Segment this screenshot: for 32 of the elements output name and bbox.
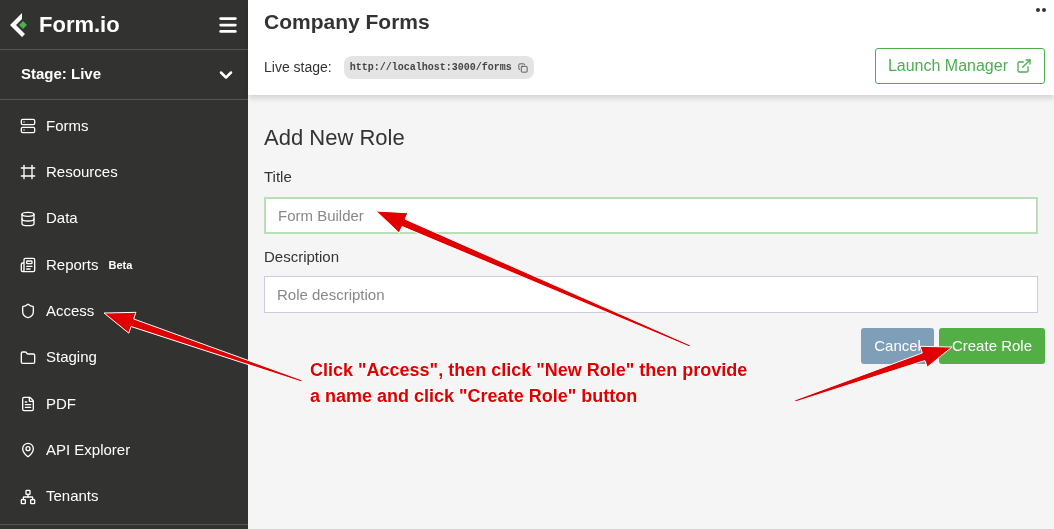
field-label: Title bbox=[264, 167, 292, 187]
document-icon bbox=[20, 395, 36, 412]
stage-label: Live stage: bbox=[264, 58, 332, 77]
sidebar-item[interactable]: Resources bbox=[0, 149, 248, 196]
text-field[interactable]: Role description bbox=[264, 276, 1038, 313]
sidebar-item[interactable]: API Explorer bbox=[0, 427, 248, 474]
database-icon bbox=[20, 210, 36, 227]
external-link-icon bbox=[1016, 57, 1032, 74]
sidebar-item[interactable]: PDF bbox=[0, 380, 248, 428]
sidebar-item[interactable]: Forms bbox=[0, 103, 248, 150]
page-title: Company Forms bbox=[264, 9, 430, 35]
text-field[interactable]: Form Builder bbox=[264, 196, 1038, 234]
field-label: Description bbox=[264, 246, 340, 267]
folder-icon bbox=[20, 349, 36, 366]
annotation-text: Click "Access", then click "New Role" then provide a name and click "Create Role" button bbox=[310, 359, 748, 408]
hierarchy-icon bbox=[20, 488, 36, 505]
newspaper-icon bbox=[20, 257, 36, 274]
url-chip[interactable]: http://localhost:3000/forms bbox=[343, 56, 534, 79]
pin-icon bbox=[20, 442, 36, 459]
sidebar-item[interactable]: Access bbox=[0, 288, 248, 335]
copy-icon[interactable] bbox=[517, 62, 528, 73]
beta-label: Beta bbox=[108, 257, 133, 273]
frame-icon bbox=[20, 164, 36, 181]
form-heading: Add New Role bbox=[264, 124, 405, 152]
sidebar-item[interactable]: Tenants bbox=[0, 473, 248, 520]
shield-icon bbox=[20, 303, 36, 320]
sidebar-item[interactable]: Staging bbox=[0, 334, 248, 381]
sidebar-item[interactable]: Data bbox=[0, 195, 248, 242]
sidebar-item[interactable]: Reports Beta bbox=[0, 241, 248, 289]
server-icon bbox=[20, 118, 36, 135]
more-icon[interactable] bbox=[1036, 8, 1046, 12]
logo-text: Form.io bbox=[39, 11, 120, 39]
